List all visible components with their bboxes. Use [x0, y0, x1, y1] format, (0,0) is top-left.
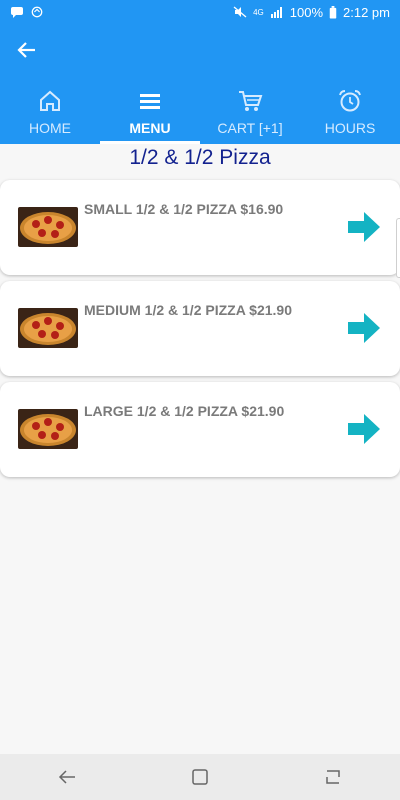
home-icon	[40, 90, 60, 111]
signal-icon	[270, 7, 282, 18]
arrow-right-icon[interactable]	[348, 414, 380, 444]
status-left	[10, 6, 44, 18]
tab-hours-label: HOURS	[324, 120, 376, 136]
clock-time: 2:12 pm	[343, 4, 390, 20]
tab-menu-label: MENU	[129, 120, 171, 136]
tab-home[interactable]: HOME	[0, 82, 100, 144]
list-item[interactable]: MEDIUM 1/2 & 1/2 PIZZA $21.90	[0, 281, 400, 376]
pizza-thumbnail	[18, 207, 78, 247]
arrow-right-icon[interactable]	[348, 313, 380, 343]
page-title: 1/2 & 1/2 Pizza	[129, 146, 271, 169]
arrow-right-icon[interactable]	[348, 212, 380, 242]
network-label: 4G	[253, 7, 264, 17]
status-bar: 4G 100% 2:12 pm	[0, 0, 400, 24]
mute-icon	[233, 6, 247, 18]
sync-icon	[31, 6, 43, 18]
app-bar: HOME MENU CART [+1] HOURS	[0, 24, 400, 144]
back-button[interactable]	[12, 36, 42, 64]
nav-home-icon	[192, 769, 208, 785]
status-right: 4G 100% 2:12 pm	[233, 5, 390, 20]
tab-hours[interactable]: HOURS	[300, 82, 400, 144]
edge-panel-handle[interactable]	[396, 218, 400, 278]
system-nav-bar	[0, 754, 400, 800]
list-item[interactable]: LARGE 1/2 & 1/2 PIZZA $21.90	[0, 382, 400, 477]
item-label: MEDIUM 1/2 & 1/2 PIZZA $21.90	[84, 302, 292, 318]
tab-home-label: HOME	[29, 120, 71, 136]
tab-cart-label: CART [+1]	[217, 120, 283, 136]
back-arrow-icon	[17, 42, 35, 58]
nav-recents-icon	[326, 770, 341, 784]
tab-cart[interactable]: CART [+1]	[200, 82, 300, 144]
alarm-clock-icon	[339, 90, 361, 112]
pizza-thumbnail	[18, 409, 78, 449]
item-label: SMALL 1/2 & 1/2 PIZZA $16.90	[84, 201, 284, 217]
cart-icon	[239, 91, 263, 111]
nav-back-icon	[58, 770, 75, 784]
tab-bar: HOME MENU CART [+1] HOURS	[0, 82, 400, 144]
pizza-thumbnail	[18, 308, 78, 348]
nav-back-button[interactable]	[52, 762, 82, 792]
list-item[interactable]: SMALL 1/2 & 1/2 PIZZA $16.90	[0, 180, 400, 275]
battery-percent: 100%	[289, 4, 324, 20]
nav-home-button[interactable]	[185, 762, 215, 792]
chat-icon	[11, 7, 23, 18]
nav-recents-button[interactable]	[318, 762, 348, 792]
item-label: LARGE 1/2 & 1/2 PIZZA $21.90	[84, 403, 285, 419]
tab-menu[interactable]: MENU	[100, 82, 200, 144]
battery-icon	[329, 5, 337, 19]
menu-icon	[140, 94, 160, 109]
